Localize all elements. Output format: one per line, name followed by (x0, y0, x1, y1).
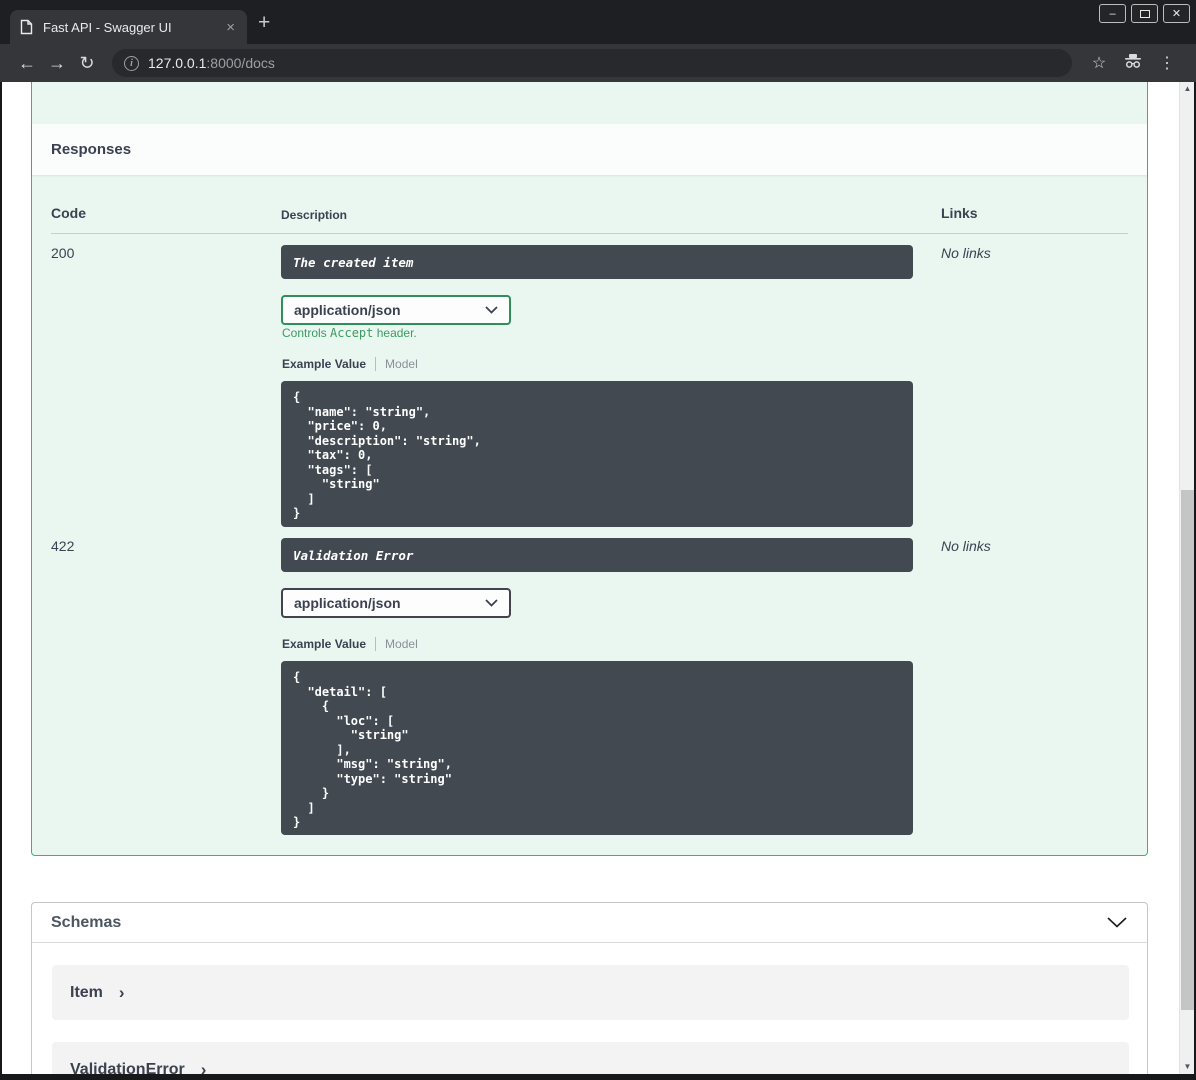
schema-model-validationerror[interactable]: ValidationError › (52, 1042, 1129, 1074)
scrollbar-thumb[interactable] (1181, 490, 1194, 1010)
chevron-down-icon (485, 599, 498, 607)
tab-example-value[interactable]: Example Value (282, 637, 366, 651)
schema-model-item[interactable]: Item › (52, 965, 1129, 1020)
site-info-icon[interactable]: i (124, 55, 139, 71)
tab-strip: Fast API - Swagger UI × + – ✕ (0, 0, 1196, 44)
responses-title: Responses (51, 141, 132, 158)
close-button[interactable]: ✕ (1163, 4, 1190, 23)
window-controls: – ✕ (1099, 4, 1190, 23)
page-favicon-icon (20, 19, 33, 35)
browser-tab[interactable]: Fast API - Swagger UI × (10, 10, 247, 44)
scroll-up-icon[interactable]: ▲ (1180, 82, 1194, 96)
response-200-links: No links (941, 245, 991, 261)
new-tab-button[interactable]: + (258, 11, 270, 35)
url-path: :8000/docs (206, 55, 275, 71)
page-content: Responses Code Description Links 200 The… (2, 82, 1194, 1074)
example-json-200: { "name": "string", "price": 0, "descrip… (281, 381, 913, 527)
response-code-200: 200 (51, 245, 75, 261)
tab-separator (375, 357, 377, 371)
reload-icon[interactable]: ↻ (72, 53, 102, 74)
tab-title: Fast API - Swagger UI (43, 19, 172, 35)
tab-example-value[interactable]: Example Value (282, 357, 366, 371)
column-header-description: Description (281, 208, 348, 222)
responses-section-header: Responses (32, 123, 1147, 175)
url-host: 127.0.0.1 (148, 55, 207, 71)
media-type-select-422[interactable]: application/json (281, 588, 511, 618)
tab-model[interactable]: Model (385, 637, 418, 651)
chevron-right-icon: › (118, 983, 125, 1002)
chevron-down-icon[interactable] (1107, 917, 1127, 928)
schemas-title: Schemas (51, 913, 122, 931)
scroll-down-icon[interactable]: ▼ (1180, 1060, 1194, 1074)
maximize-icon (1139, 9, 1150, 18)
tab-separator (375, 637, 377, 651)
response-200-description: The created item (281, 245, 913, 279)
column-header-code: Code (51, 205, 86, 221)
minimize-button[interactable]: – (1099, 4, 1126, 23)
example-model-tabs-422: Example Value Model (282, 637, 418, 651)
back-icon[interactable]: ← (12, 53, 42, 74)
column-header-links: Links (941, 205, 978, 221)
page-scrollbar[interactable]: ▲ ▼ (1179, 82, 1194, 1074)
bookmark-star-icon[interactable]: ☆ (1082, 53, 1116, 73)
maximize-button[interactable] (1131, 4, 1158, 23)
media-type-select-200[interactable]: application/json (281, 295, 511, 325)
incognito-icon (1116, 53, 1150, 74)
table-header-divider (51, 233, 1128, 234)
schemas-header[interactable]: Schemas (32, 903, 1147, 943)
response-422-description: Validation Error (281, 538, 913, 572)
address-bar[interactable]: i 127.0.0.1 :8000/docs (112, 49, 1072, 77)
response-422-links: No links (941, 538, 991, 554)
browser-menu-icon[interactable]: ⋮ (1150, 53, 1184, 73)
tab-close-icon[interactable]: × (224, 20, 237, 35)
chevron-right-icon: › (200, 1060, 207, 1074)
browser-toolbar: ← → ↻ i 127.0.0.1 :8000/docs ☆ ⋮ (0, 44, 1196, 82)
response-code-422: 422 (51, 538, 75, 554)
tab-model[interactable]: Model (385, 357, 418, 371)
forward-icon[interactable]: → (42, 53, 72, 74)
chevron-down-icon (485, 306, 498, 314)
controls-accept-note: Controls Accept header. (282, 326, 417, 340)
example-json-422: { "detail": [ { "loc": [ "string" ], "ms… (281, 661, 913, 835)
example-model-tabs-200: Example Value Model (282, 357, 418, 371)
schemas-section: Schemas Item › ValidationError › (31, 902, 1148, 1074)
